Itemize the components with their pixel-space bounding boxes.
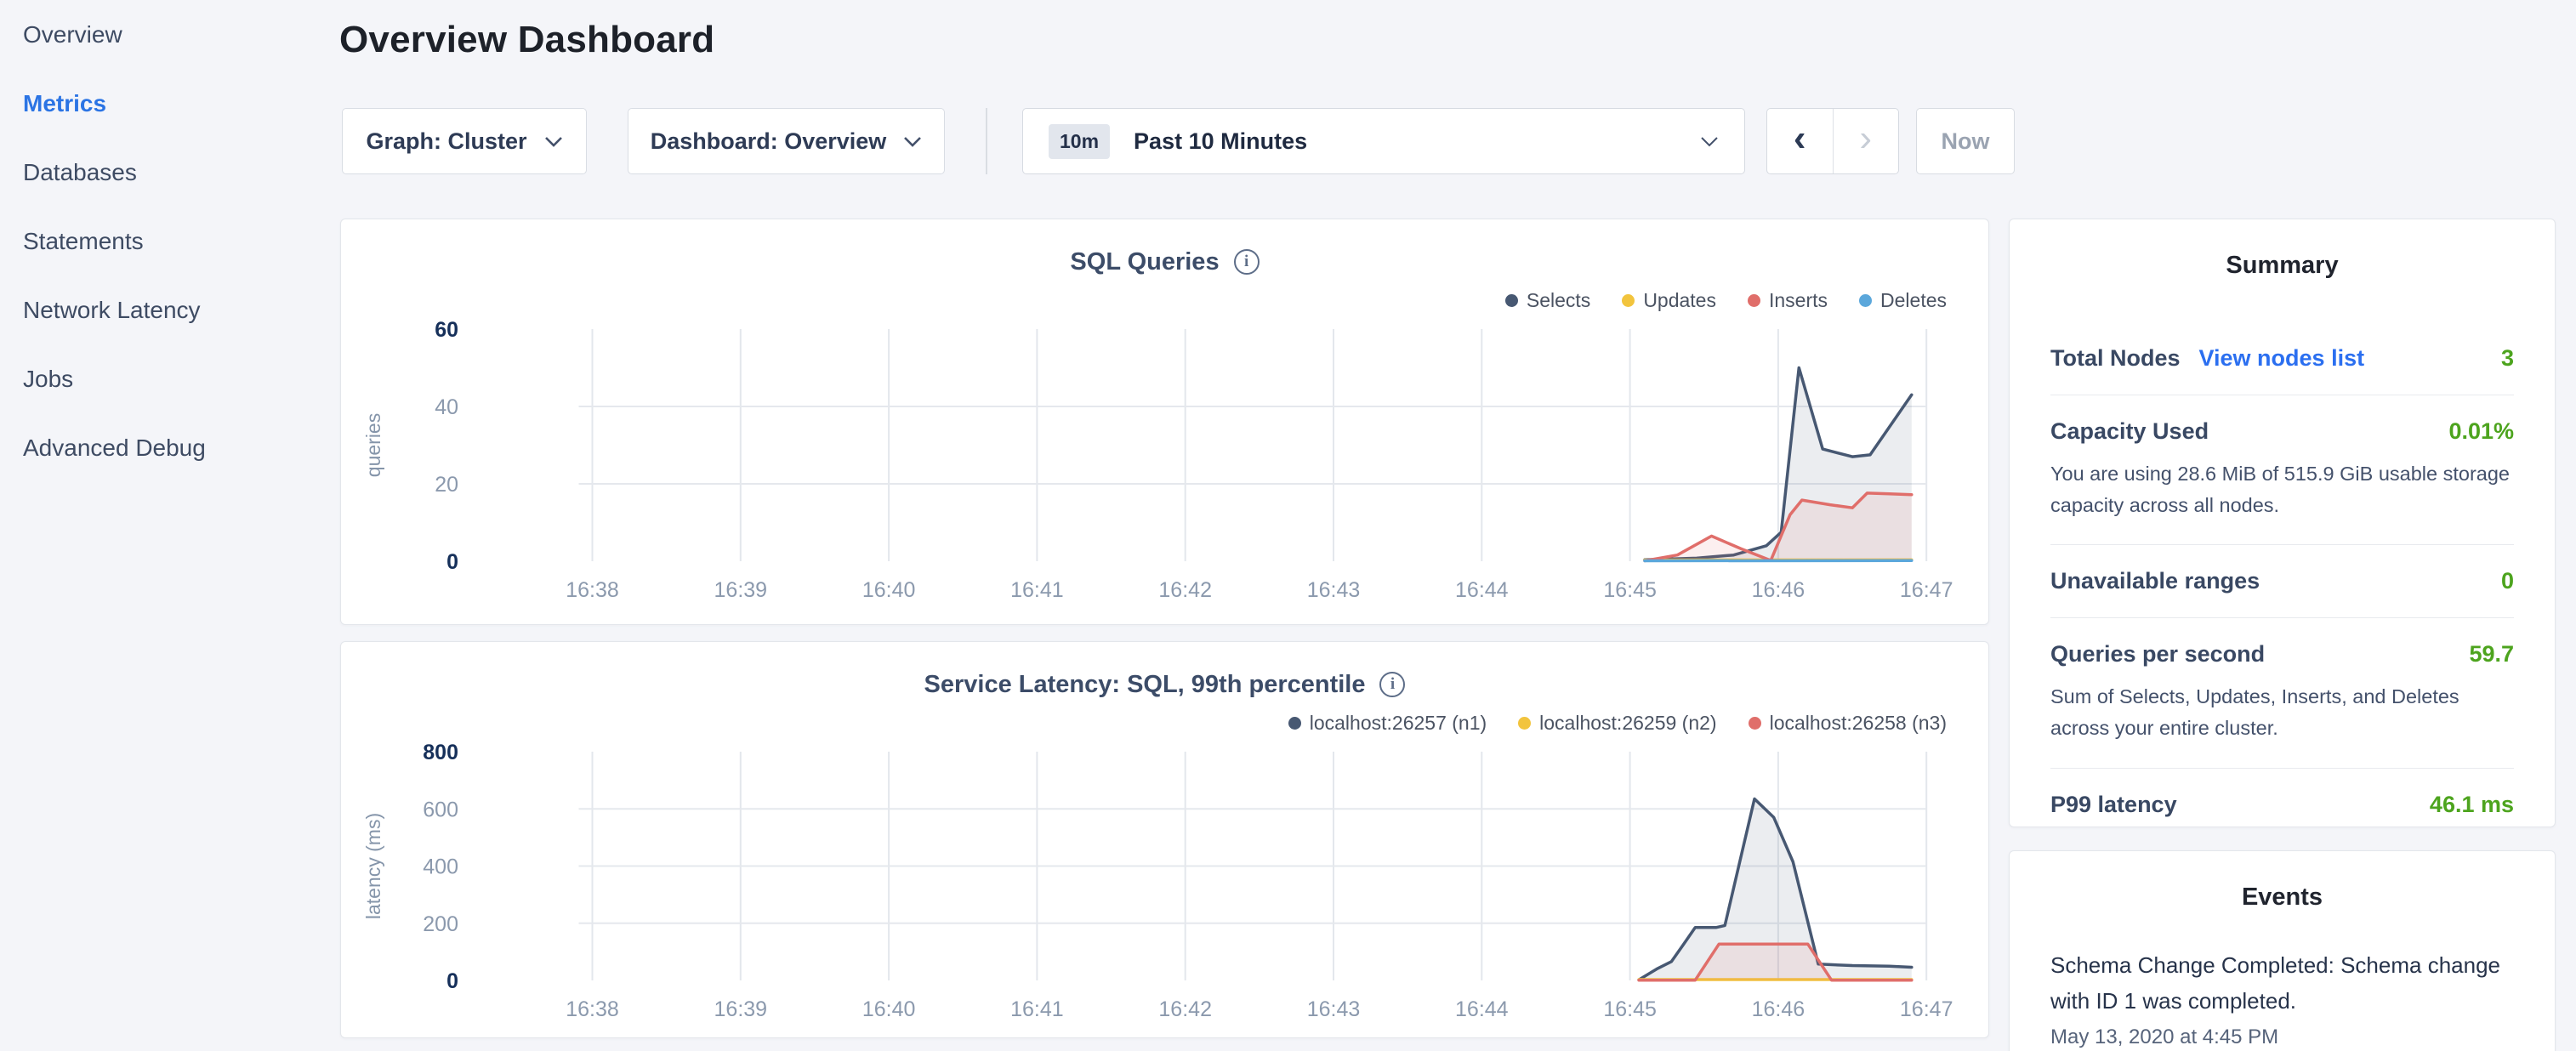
sidebar-item-metrics[interactable]: Metrics xyxy=(23,69,332,138)
x-tick-label: 16:41 xyxy=(1010,578,1064,602)
previous-time-button[interactable]: ‹ xyxy=(1767,109,1834,173)
summary-title: Summary xyxy=(2010,252,2555,280)
y-tick-label: 600 xyxy=(423,798,458,821)
x-tick-label: 16:39 xyxy=(714,997,768,1021)
service-latency-card: Service Latency: SQL, 99th percentile i … xyxy=(340,641,1989,1038)
chevron-left-icon: ‹ xyxy=(1794,120,1806,157)
service-latency-chart[interactable]: 16:38 16:39 16:40 16:41 16:42 16:43 16:44 16:45… xyxy=(341,642,1988,1037)
x-tick-label: 16:46 xyxy=(1752,997,1805,1021)
time-range-dropdown[interactable]: 10m Past 10 Minutes xyxy=(1022,108,1745,174)
toolbar-divider xyxy=(986,108,987,174)
now-button[interactable]: Now xyxy=(1916,108,2015,174)
y-tick-label: 0 xyxy=(446,550,458,574)
y-tick-label: 20 xyxy=(435,473,458,497)
x-tick-label: 16:47 xyxy=(1900,997,1953,1021)
x-tick-label: 16:45 xyxy=(1603,997,1657,1021)
x-tick-label: 16:38 xyxy=(566,997,619,1021)
sql-queries-chart[interactable]: 16:38 16:39 16:40 16:41 16:42 16:43 16:44 16:45… xyxy=(341,219,1988,624)
x-tick-label: 16:45 xyxy=(1603,578,1657,602)
y-axis-label: latency (ms) xyxy=(362,813,384,919)
graph-scope-dropdown[interactable]: Graph: Cluster xyxy=(342,108,587,174)
summary-body: Total Nodes View nodes list 3 Capacity U… xyxy=(2010,322,2555,841)
total-nodes-value: 3 xyxy=(2501,345,2514,372)
y-tick-label: 200 xyxy=(423,912,458,936)
events-panel: Events Schema Change Completed: Schema c… xyxy=(2009,850,2556,1051)
y-tick-label: 400 xyxy=(423,855,458,879)
capacity-used-description: You are using 28.6 MiB of 515.9 GiB usab… xyxy=(2050,458,2514,521)
x-tick-label: 16:47 xyxy=(1900,578,1953,602)
y-axis-label: queries xyxy=(362,413,384,477)
p99-latency-value: 46.1 ms xyxy=(2430,792,2514,818)
sidebar-item-network-latency[interactable]: Network Latency xyxy=(23,276,332,344)
qps-label: Queries per second xyxy=(2050,641,2265,668)
x-tick-label: 16:42 xyxy=(1158,997,1212,1021)
chevron-down-icon xyxy=(1700,136,1719,147)
x-tick-label: 16:43 xyxy=(1307,997,1361,1021)
y-tick-label: 40 xyxy=(435,395,458,419)
sidebar-list: OverviewMetricsDatabasesStatementsNetwor… xyxy=(23,0,332,482)
next-time-button[interactable]: › xyxy=(1834,109,1899,173)
summary-row-total-nodes: Total Nodes View nodes list 3 xyxy=(2050,322,2514,395)
event-item-text[interactable]: Schema Change Completed: Schema change w… xyxy=(2050,947,2514,1019)
summary-panel: Summary Total Nodes View nodes list 3 Ca… xyxy=(2009,219,2556,827)
x-tick-label: 16:43 xyxy=(1307,578,1361,602)
page-title: Overview Dashboard xyxy=(339,19,714,61)
chevron-down-icon xyxy=(544,136,563,147)
dashboard-label: Dashboard: Overview xyxy=(651,128,887,155)
summary-row-p99: P99 latency 46.1 ms xyxy=(2050,769,2514,841)
time-step-buttons: ‹ › xyxy=(1766,108,1899,174)
time-range-badge: 10m xyxy=(1049,124,1110,159)
chevron-down-icon xyxy=(903,136,922,147)
graph-scope-label: Graph: Cluster xyxy=(366,128,526,155)
view-nodes-list-link[interactable]: View nodes list xyxy=(2199,345,2365,372)
x-tick-label: 16:39 xyxy=(714,578,768,602)
x-tick-label: 16:38 xyxy=(566,578,619,602)
x-tick-label: 16:42 xyxy=(1158,578,1212,602)
x-tick-label: 16:41 xyxy=(1010,997,1064,1021)
capacity-used-label: Capacity Used xyxy=(2050,418,2209,445)
qps-value: 59.7 xyxy=(2469,641,2514,668)
sidebar-item-advanced-debug[interactable]: Advanced Debug xyxy=(23,413,332,482)
total-nodes-label: Total Nodes xyxy=(2050,345,2181,372)
time-range-label: Past 10 Minutes xyxy=(1134,128,1307,155)
summary-row-capacity: Capacity Used 0.01% You are using 28.6 M… xyxy=(2050,395,2514,545)
events-body: Schema Change Completed: Schema change w… xyxy=(2010,947,2555,1049)
x-tick-label: 16:44 xyxy=(1455,578,1509,602)
x-tick-label: 16:40 xyxy=(862,997,916,1021)
sidebar-item-overview[interactable]: Overview xyxy=(23,0,332,69)
p99-latency-label: P99 latency xyxy=(2050,792,2177,818)
capacity-used-value: 0.01% xyxy=(2448,418,2514,445)
y-tick-label: 60 xyxy=(435,318,458,342)
sidebar-nav: OverviewMetricsDatabasesStatementsNetwor… xyxy=(0,0,332,482)
sidebar-item-jobs[interactable]: Jobs xyxy=(23,344,332,413)
sidebar-item-databases[interactable]: Databases xyxy=(23,138,332,207)
chevron-right-icon: › xyxy=(1859,120,1872,157)
qps-description: Sum of Selects, Updates, Inserts, and De… xyxy=(2050,681,2514,744)
x-tick-label: 16:44 xyxy=(1455,997,1509,1021)
x-tick-label: 16:46 xyxy=(1752,578,1805,602)
summary-row-qps: Queries per second 59.7 Sum of Selects, … xyxy=(2050,618,2514,768)
unavailable-ranges-label: Unavailable ranges xyxy=(2050,568,2260,594)
sidebar-item-statements[interactable]: Statements xyxy=(23,207,332,276)
event-item-timestamp: May 13, 2020 at 4:45 PM xyxy=(2050,1025,2514,1049)
unavailable-ranges-value: 0 xyxy=(2501,568,2514,594)
y-tick-label: 800 xyxy=(423,741,458,764)
dashboard-dropdown[interactable]: Dashboard: Overview xyxy=(628,108,945,174)
x-tick-label: 16:40 xyxy=(862,578,916,602)
summary-row-unavailable-ranges: Unavailable ranges 0 xyxy=(2050,545,2514,618)
sql-queries-card: SQL Queries i SelectsUpdatesInsertsDelet… xyxy=(340,219,1989,625)
events-title: Events xyxy=(2010,883,2555,912)
y-tick-label: 0 xyxy=(446,969,458,993)
